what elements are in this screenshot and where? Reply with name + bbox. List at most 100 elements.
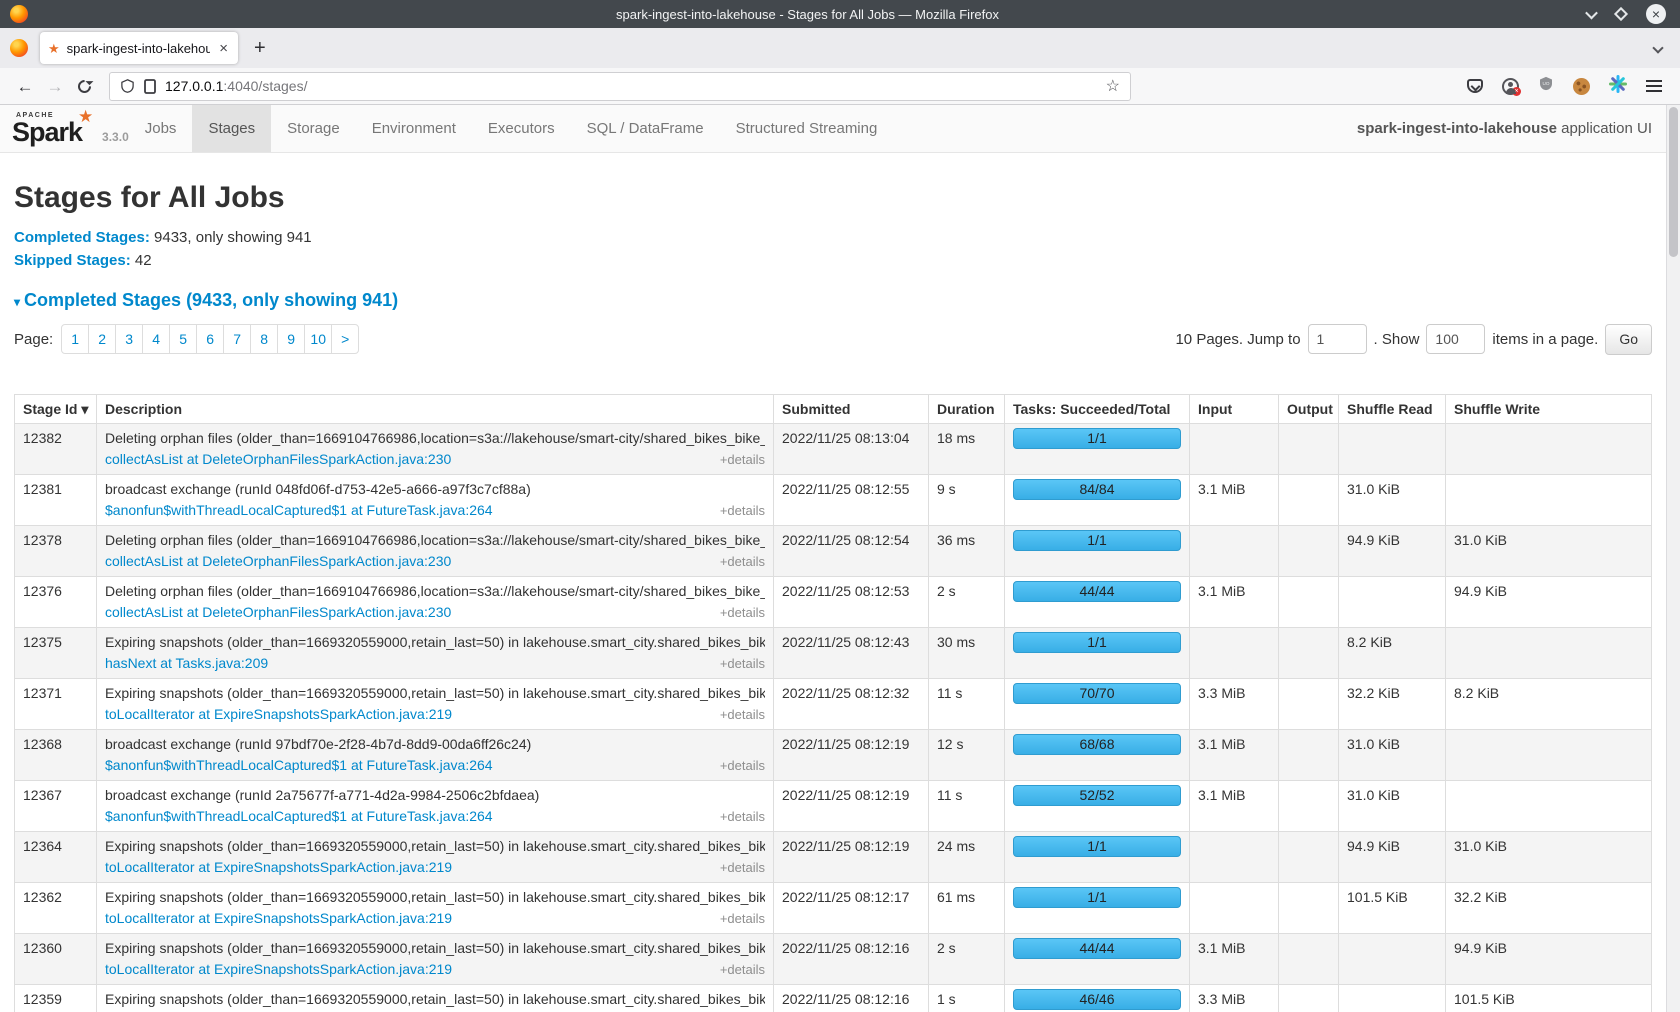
cookie-extension-icon[interactable]: [1573, 78, 1590, 95]
forward-button[interactable]: →: [40, 78, 70, 95]
spark-nav-item[interactable]: SQL / DataFrame: [571, 105, 720, 152]
spark-nav-item[interactable]: Jobs: [129, 105, 193, 152]
page-number-button[interactable]: 3: [115, 324, 143, 354]
page-number-button[interactable]: >: [331, 324, 359, 354]
shuffle-read-cell: 31.0 KiB: [1339, 475, 1446, 526]
window-maximize-icon[interactable]: [1614, 7, 1628, 21]
column-header[interactable]: Output: [1279, 395, 1339, 424]
tasks-progress-bar: 70/70: [1013, 683, 1181, 704]
window-title: spark-ingest-into-lakehouse - Stages for…: [28, 7, 1587, 22]
spark-logo[interactable]: APACHE Spark ★: [0, 105, 96, 152]
reload-button[interactable]: [75, 77, 93, 95]
window-minimize-icon[interactable]: [1585, 6, 1598, 19]
shuffle-read-cell: 32.2 KiB: [1339, 679, 1446, 730]
new-tab-button[interactable]: +: [254, 38, 266, 58]
submitted-cell: 2022/11/25 08:12:54: [774, 526, 929, 577]
table-row: 12364 Expiring snapshots (older_than=166…: [15, 832, 1652, 883]
completed-stages-section-header[interactable]: ▾Completed Stages (9433, only showing 94…: [14, 289, 1652, 313]
spark-nav-item[interactable]: Storage: [271, 105, 356, 152]
page-number-button[interactable]: 1: [61, 324, 89, 354]
stage-detail-link[interactable]: toLocalIterator at ExpireSnapshotsSparkA…: [105, 857, 452, 877]
details-toggle[interactable]: +details: [720, 756, 765, 776]
column-header[interactable]: Tasks: Succeeded/Total: [1005, 395, 1190, 424]
details-toggle[interactable]: +details: [720, 450, 765, 470]
menu-icon[interactable]: [1646, 80, 1662, 92]
column-header[interactable]: Submitted: [774, 395, 929, 424]
description-cell: broadcast exchange (runId 048fd06f-d753-…: [97, 475, 774, 526]
details-toggle[interactable]: +details: [720, 960, 765, 980]
spark-star-icon: ★: [78, 107, 93, 127]
details-toggle[interactable]: +details: [720, 909, 765, 929]
stage-detail-link[interactable]: toLocalIterator at ExpireSnapshotsSparkA…: [105, 908, 452, 928]
items-per-page-input[interactable]: [1426, 324, 1485, 354]
jump-to-page-input[interactable]: [1308, 324, 1367, 354]
shuffle-write-cell: [1446, 781, 1652, 832]
column-header[interactable]: Description: [97, 395, 774, 424]
page-scrollbar[interactable]: [1666, 105, 1680, 1012]
details-toggle[interactable]: +details: [720, 603, 765, 623]
stage-detail-link[interactable]: collectAsList at DeleteOrphanFilesSparkA…: [105, 602, 451, 622]
browser-toolbar: ← → 127.0.0.1:4040/stages/ ☆ × UO: [0, 68, 1680, 105]
account-icon[interactable]: ×: [1502, 78, 1519, 95]
browser-tab[interactable]: ★ spark-ingest-into-lakehous ×: [40, 32, 238, 64]
duration-cell: 1 s: [929, 985, 1005, 1012]
account-error-badge: ×: [1512, 87, 1521, 96]
pocket-icon[interactable]: [1467, 79, 1483, 93]
details-toggle[interactable]: +details: [720, 654, 765, 674]
details-toggle[interactable]: +details: [720, 501, 765, 521]
spark-nav-item[interactable]: Structured Streaming: [720, 105, 894, 152]
column-header[interactable]: Input: [1190, 395, 1279, 424]
tab-overflow-icon[interactable]: [1654, 39, 1662, 57]
stage-detail-link[interactable]: hasNext at Tasks.java:209: [105, 653, 268, 673]
spark-nav-item[interactable]: Environment: [356, 105, 472, 152]
tab-close-icon[interactable]: ×: [217, 41, 230, 56]
column-header[interactable]: Stage Id ▾: [15, 395, 97, 424]
column-header[interactable]: Shuffle Write: [1446, 395, 1652, 424]
skipped-stages-link[interactable]: Skipped Stages:: [14, 252, 131, 269]
duration-cell: 18 ms: [929, 424, 1005, 475]
completed-stages-link[interactable]: Completed Stages:: [14, 229, 150, 246]
description-cell: Expiring snapshots (older_than=166932055…: [97, 679, 774, 730]
input-cell: [1190, 526, 1279, 577]
firefox-view-icon[interactable]: [10, 39, 28, 57]
input-cell: 3.1 MiB: [1190, 781, 1279, 832]
details-toggle[interactable]: +details: [720, 858, 765, 878]
tracking-shield-icon[interactable]: [120, 78, 135, 94]
go-button[interactable]: Go: [1605, 324, 1652, 355]
stage-detail-link[interactable]: $anonfun$withThreadLocalCaptured$1 at Fu…: [105, 500, 493, 520]
stage-detail-link[interactable]: collectAsList at DeleteOrphanFilesSparkA…: [105, 551, 451, 571]
tasks-cell: 1/1: [1005, 832, 1190, 883]
stage-detail-link[interactable]: collectAsList at DeleteOrphanFilesSparkA…: [105, 449, 451, 469]
stage-detail-link[interactable]: toLocalIterator at ExpireSnapshotsSparkA…: [105, 959, 452, 979]
window-close-icon[interactable]: ×: [1646, 4, 1666, 24]
page-number-button[interactable]: 2: [88, 324, 116, 354]
page-number-button[interactable]: 7: [223, 324, 251, 354]
tasks-progress-bar: 44/44: [1013, 581, 1181, 602]
details-toggle[interactable]: +details: [720, 552, 765, 572]
page-number-button[interactable]: 10: [304, 324, 332, 354]
page-number-button[interactable]: 5: [169, 324, 197, 354]
spark-nav-list: Jobs Stages Storage Environment Executor…: [129, 105, 894, 152]
page-number-button[interactable]: 4: [142, 324, 170, 354]
back-button[interactable]: ←: [10, 78, 40, 95]
scrollbar-thumb[interactable]: [1669, 107, 1678, 257]
stage-detail-link[interactable]: $anonfun$withThreadLocalCaptured$1 at Fu…: [105, 806, 493, 826]
stage-description: Deleting orphan files (older_than=166910…: [105, 581, 765, 601]
stage-detail-link[interactable]: $anonfun$withThreadLocalCaptured$1 at Fu…: [105, 755, 493, 775]
spark-nav-item[interactable]: Executors: [472, 105, 571, 152]
page-info-icon[interactable]: [144, 79, 156, 94]
page-number-button[interactable]: 6: [196, 324, 224, 354]
details-toggle[interactable]: +details: [720, 705, 765, 725]
details-toggle[interactable]: +details: [720, 807, 765, 827]
column-header[interactable]: Duration: [929, 395, 1005, 424]
page-number-button[interactable]: 9: [277, 324, 305, 354]
ublock-icon[interactable]: UO: [1538, 75, 1554, 97]
bookmark-star-icon[interactable]: ☆: [1106, 76, 1120, 96]
page-number-button[interactable]: 8: [250, 324, 278, 354]
spark-nav-item[interactable]: Stages: [192, 105, 271, 152]
duration-cell: 11 s: [929, 679, 1005, 730]
url-bar[interactable]: 127.0.0.1:4040/stages/ ☆: [109, 72, 1131, 101]
column-header[interactable]: Shuffle Read: [1339, 395, 1446, 424]
stage-detail-link[interactable]: toLocalIterator at ExpireSnapshotsSparkA…: [105, 704, 452, 724]
asterisk-extension-icon[interactable]: [1609, 75, 1627, 98]
